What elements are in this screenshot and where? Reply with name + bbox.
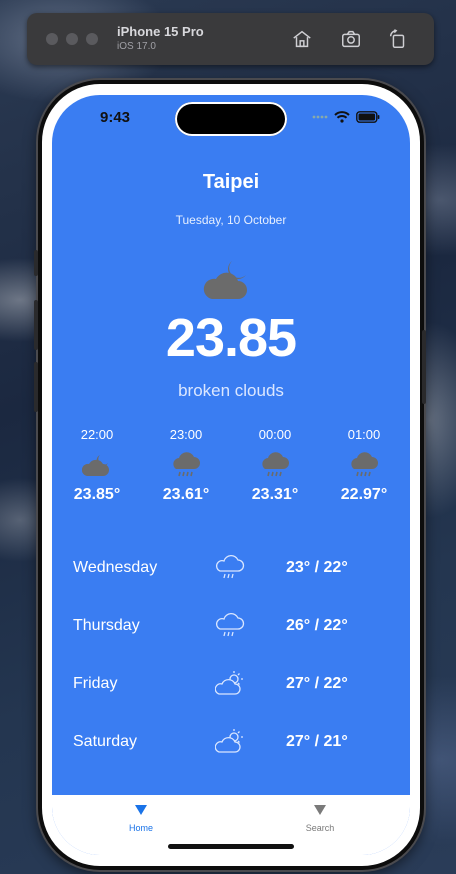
daily-row: Friday 27° / 22° — [52, 665, 410, 705]
hourly-temperature: 22.97° — [340, 486, 388, 503]
tab-label: Search — [305, 823, 335, 833]
cellular-dots-icon — [312, 115, 328, 119]
cloud-rain-icon — [351, 452, 378, 477]
simulator-os-version: iOS 17.0 — [117, 41, 156, 52]
daily-row: Wednesday 23° / 22° — [52, 549, 410, 589]
cloud-rain-icon — [173, 452, 200, 477]
hourly-time: 23:00 — [169, 427, 203, 442]
cloud-rain-icon — [262, 452, 289, 477]
hourly-temperature: 23.31° — [251, 486, 299, 503]
hourly-time: 00:00 — [258, 427, 292, 442]
power-button — [422, 330, 426, 404]
hourly-temperature: 23.61° — [162, 486, 210, 503]
window-controls[interactable] — [46, 33, 98, 45]
app-screen: 9:43 Taipei Tuesday, 10 October 23.85 br… — [52, 95, 410, 855]
hourly-temperature: 23.85° — [73, 486, 121, 503]
current-date: Tuesday, 10 October — [175, 213, 287, 227]
day-temperature-range: 27° / 22° — [286, 675, 348, 692]
day-name: Friday — [73, 675, 118, 692]
hourly-time: 22:00 — [80, 427, 114, 442]
volume-up-button — [34, 300, 38, 350]
day-temperature-range: 23° / 22° — [286, 559, 348, 576]
day-name: Wednesday — [73, 559, 158, 576]
status-bar: 9:43 — [52, 95, 410, 143]
hourly-time: 01:00 — [347, 427, 381, 442]
cloud-rain-icon — [216, 613, 245, 637]
day-temperature-range: 26° / 22° — [286, 617, 348, 634]
day-name: Thursday — [73, 617, 140, 634]
rotate-icon[interactable] — [387, 28, 409, 50]
status-icons — [312, 111, 380, 123]
volume-down-button — [34, 362, 38, 412]
hourly-item: 00:00 23.31° — [230, 427, 320, 504]
zoom-window-button[interactable] — [86, 33, 98, 45]
tab-bar: Home Search — [52, 795, 410, 855]
hourly-item: 01:00 22.97° — [319, 427, 409, 504]
day-temperature-range: 27° / 21° — [286, 733, 348, 750]
city-name: Taipei — [202, 171, 260, 193]
hourly-item: 22:00 23.85° — [52, 427, 142, 504]
cloud-sun-icon — [215, 671, 243, 695]
cloud-sun-icon — [215, 729, 243, 753]
day-name: Saturday — [73, 733, 138, 750]
triangle-down-icon — [135, 805, 147, 815]
tab-label: Home — [128, 823, 153, 833]
daily-row: Thursday 26° / 22° — [52, 607, 410, 647]
screenshot-icon[interactable] — [340, 28, 362, 50]
cloud-moon-icon — [82, 455, 109, 476]
tab-home[interactable]: Home — [101, 803, 181, 833]
minimize-window-button[interactable] — [66, 33, 78, 45]
current-temperature: 23.85 — [165, 308, 297, 368]
wifi-icon — [334, 111, 350, 123]
cloud-moon-icon — [203, 261, 247, 299]
close-window-button[interactable] — [46, 33, 58, 45]
triangle-down-icon — [314, 805, 326, 815]
dynamic-island — [175, 102, 287, 136]
daily-row: Saturday 27° / 21° — [52, 723, 410, 763]
simulator-toolbar: iPhone 15 Pro iOS 17.0 — [27, 13, 434, 65]
home-icon[interactable] — [291, 28, 313, 50]
battery-icon — [356, 111, 380, 123]
hourly-forecast: 22:00 23.85° 23:00 23.61° 00:00 23.31° 0… — [52, 427, 410, 517]
action-button — [34, 250, 38, 276]
cloud-rain-icon — [216, 555, 245, 579]
tab-search[interactable]: Search — [280, 803, 360, 833]
hourly-item: 23:00 23.61° — [141, 427, 231, 504]
home-indicator[interactable] — [168, 844, 294, 849]
weather-description: broken clouds — [178, 381, 284, 400]
simulator-device-name: iPhone 15 Pro — [117, 24, 204, 39]
status-time: 9:43 — [100, 109, 131, 126]
